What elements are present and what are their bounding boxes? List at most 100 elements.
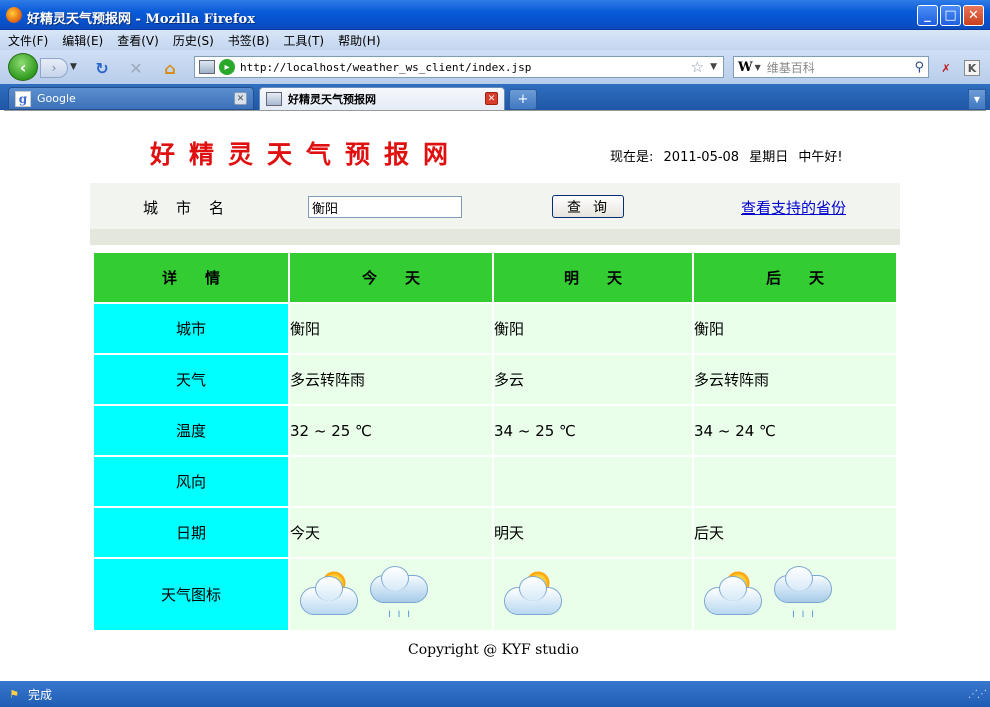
identity-icon[interactable]: ▸	[219, 59, 235, 75]
table-row: 风向	[94, 457, 896, 506]
weather-table: 详情 今天 明天 后天 城市 衡阳 衡阳 衡阳 天气 多云转阵雨 多云 多云转阵…	[92, 251, 898, 632]
partly-cloudy-icon	[700, 567, 766, 623]
url-dropdown-icon[interactable]: ▼	[710, 62, 717, 72]
row-label-weather-icon: 天气图标	[94, 559, 288, 630]
table-row: 城市 衡阳 衡阳 衡阳	[94, 304, 896, 353]
close-button[interactable]: ✕	[963, 5, 984, 26]
table-cell: 衡阳	[694, 304, 896, 353]
row-label-city: 城市	[94, 304, 288, 353]
search-engine-dropdown-icon[interactable]: ▼	[755, 63, 761, 72]
table-cell: 34 ~ 24 ℃	[694, 406, 896, 455]
back-button[interactable]: ‹	[8, 53, 38, 81]
table-header-row: 详情 今天 明天 后天	[94, 253, 896, 302]
tab-google[interactable]: g Google ✕	[8, 87, 254, 110]
bookmark-star-icon[interactable]: ☆	[691, 58, 704, 76]
table-cell: 衡阳	[494, 304, 692, 353]
close-icon: ✕	[968, 8, 979, 23]
tab-close-icon[interactable]: ✕	[485, 92, 498, 105]
table-row: 日期 今天 明天 后天	[94, 508, 896, 557]
menu-view[interactable]: 查看(V)	[117, 32, 159, 49]
addon-k-icon[interactable]: K	[964, 60, 980, 76]
tab-label: 好精灵天气预报网	[288, 93, 376, 106]
row-label-temperature: 温度	[94, 406, 288, 455]
url-text[interactable]: http://localhost/weather_ws_client/index…	[240, 61, 531, 74]
table-cell	[494, 559, 692, 630]
site-favicon-icon	[199, 60, 215, 74]
history-dropdown-icon[interactable]: ▼	[70, 62, 77, 72]
resize-grip-icon[interactable]: ⋰⋰	[968, 689, 987, 700]
minimize-icon: _	[924, 8, 931, 23]
search-panel: 城市名 查询 查看支持的省份	[90, 183, 900, 245]
table-row: 天气图标 ╵╵╵ ╵╵╵	[94, 559, 896, 630]
table-cell: 34 ~ 25 ℃	[494, 406, 692, 455]
table-cell: 后天	[694, 508, 896, 557]
showers-icon: ╵╵╵	[366, 565, 432, 624]
table-cell: 32 ~ 25 ℃	[290, 406, 492, 455]
table-cell: 今天	[290, 508, 492, 557]
query-button[interactable]: 查询	[552, 195, 624, 218]
menu-tools[interactable]: 工具(T)	[283, 32, 324, 49]
table-cell: 多云转阵雨	[694, 355, 896, 404]
table-cell: 多云转阵雨	[290, 355, 492, 404]
date-prefix: 现在是:	[610, 150, 654, 165]
firefox-icon	[6, 7, 22, 23]
greeting: 中午好!	[798, 150, 843, 165]
forward-button[interactable]: ›	[40, 58, 68, 78]
search-bar[interactable]: W ▼ 维基百科 ⚲	[733, 56, 929, 78]
menu-file[interactable]: 文件(F)	[8, 32, 48, 49]
tab-bar: g Google ✕ 好精灵天气预报网 ✕ + ▼	[0, 84, 990, 110]
row-label-weather: 天气	[94, 355, 288, 404]
search-icon[interactable]: ⚲	[914, 60, 924, 75]
table-cell	[494, 457, 692, 506]
menu-history[interactable]: 历史(S)	[173, 32, 214, 49]
page-favicon-icon	[266, 92, 282, 106]
partly-cloudy-icon	[500, 567, 566, 623]
header-today: 今天	[290, 253, 492, 302]
table-cell: 多云	[494, 355, 692, 404]
status-text: 完成	[28, 687, 53, 702]
header-day-after: 后天	[694, 253, 896, 302]
copyright-text: Copyright @ KYF studio	[408, 642, 579, 658]
table-cell: 衡阳	[290, 304, 492, 353]
showers-icon: ╵╵╵	[770, 565, 836, 624]
site-title: 好精灵天气预报网	[150, 140, 463, 169]
addon-icon[interactable]: ✗	[938, 60, 954, 76]
header-details: 详情	[94, 253, 288, 302]
search-input[interactable]: 维基百科	[767, 59, 815, 76]
window-titlebar[interactable]: 好精灵天气预报网 - Mozilla Firefox _ □ ✕	[0, 0, 990, 30]
forward-arrow-icon: ›	[51, 61, 57, 75]
status-bar: ⚑ 完成 ⋰⋰	[0, 681, 990, 707]
reload-icon[interactable]: ↻	[92, 58, 112, 78]
table-row: 温度 32 ~ 25 ℃ 34 ~ 25 ℃ 34 ~ 24 ℃	[94, 406, 896, 455]
table-cell	[290, 457, 492, 506]
header-tomorrow: 明天	[494, 253, 692, 302]
weekday: 星期日	[749, 150, 789, 165]
chevron-down-icon: ▼	[973, 95, 981, 104]
date-line: 现在是: 2011-05-08 星期日 中午好!	[610, 146, 849, 165]
menu-bookmarks[interactable]: 书签(B)	[228, 32, 270, 49]
minimize-button[interactable]: _	[917, 5, 938, 26]
maximize-icon: □	[944, 8, 957, 23]
wikipedia-icon[interactable]: W	[738, 60, 753, 75]
row-label-date: 日期	[94, 508, 288, 557]
menu-edit[interactable]: 编辑(E)	[62, 32, 103, 49]
table-cell: ╵╵╵	[290, 559, 492, 630]
menu-help[interactable]: 帮助(H)	[338, 32, 380, 49]
window-title: 好精灵天气预报网 - Mozilla Firefox	[27, 12, 255, 27]
city-input[interactable]	[308, 196, 462, 218]
url-bar[interactable]: ▸ http://localhost/weather_ws_client/ind…	[194, 56, 724, 78]
row-label-wind: 风向	[94, 457, 288, 506]
tab-close-icon[interactable]: ✕	[234, 92, 247, 105]
tab-list-button[interactable]: ▼	[968, 89, 986, 110]
maximize-button[interactable]: □	[940, 5, 961, 26]
home-icon[interactable]: ⌂	[160, 58, 180, 78]
new-tab-button[interactable]: +	[509, 89, 537, 110]
back-arrow-icon: ‹	[19, 57, 27, 77]
table-cell	[694, 457, 896, 506]
stop-icon[interactable]: ✕	[126, 58, 146, 78]
navigation-toolbar: ‹ › ▼ ↻ ✕ ⌂ ▸ http://localhost/weather_w…	[0, 50, 990, 84]
page-viewport: 好精灵天气预报网 现在是: 2011-05-08 星期日 中午好! 城市名 查询…	[4, 110, 986, 681]
supported-provinces-link[interactable]: 查看支持的省份	[741, 197, 846, 218]
tab-weather[interactable]: 好精灵天气预报网 ✕	[259, 87, 505, 110]
table-cell: ╵╵╵	[694, 559, 896, 630]
